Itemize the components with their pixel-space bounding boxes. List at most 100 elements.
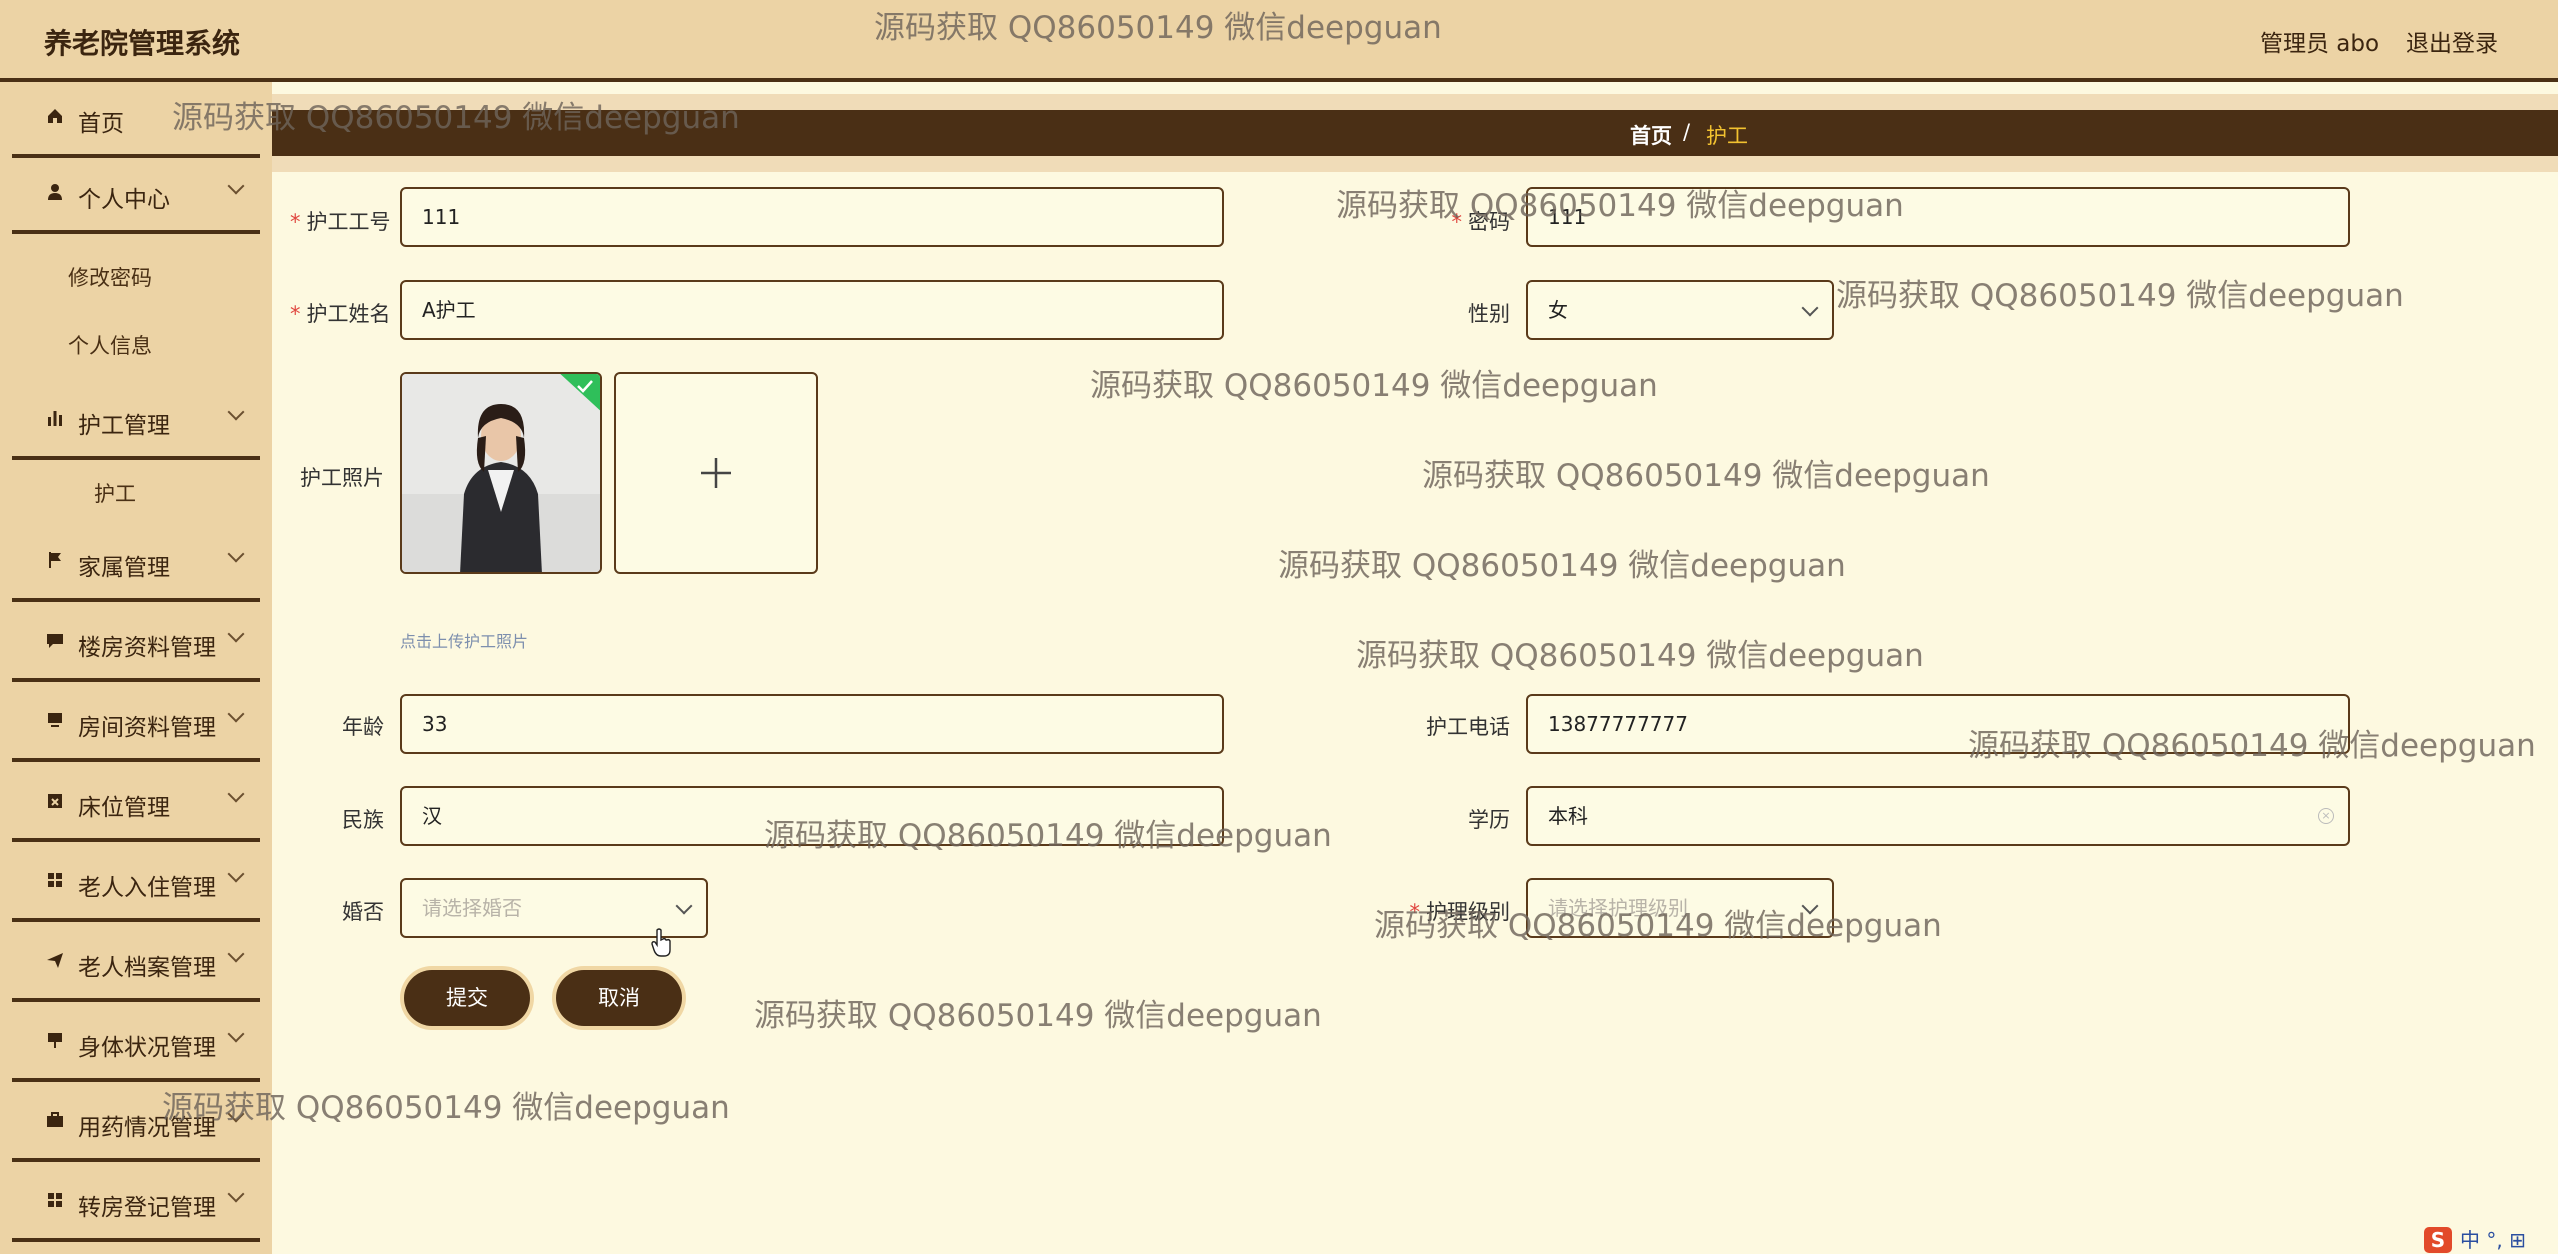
sidebar-item-room-transfer[interactable]: 转房登记管理 [12,1166,260,1242]
plus-icon [701,458,731,488]
nurse-photo-thumbnail[interactable] [400,372,602,574]
watermark-text: 源码获取 QQ86050149 微信deepguan [1090,368,1658,404]
photo-upload-hint: 点击上传护工照片 [400,632,529,651]
logout-link[interactable]: 退出登录 [2406,24,2498,58]
chevron-down-icon [1801,299,1819,317]
chevron-down-icon [1801,897,1819,915]
sogou-logo-icon: S [2424,1227,2452,1253]
user-icon [44,182,66,204]
phone-label: 护工电话 [1426,715,1510,739]
flag-icon [44,550,66,572]
chevron-down-icon [227,1185,245,1203]
breadcrumb-current: 护工 [1706,124,1748,148]
top-bar: 养老院管理系统 管理员 abo 退出登录 [0,0,2558,82]
sidebar-item-label: 首页 [78,111,124,137]
app-title: 养老院管理系统 [44,27,241,60]
marital-label: 婚否 [342,900,384,924]
bar-chart-icon [44,408,66,430]
care-level-select[interactable]: 请选择护理级别 [1526,878,1834,938]
sidebar-subitem-nurse[interactable]: 护工 [94,478,136,508]
chevron-down-icon [227,1105,245,1123]
sidebar-item-label: 用药情况管理 [78,1115,216,1141]
sidebar-item-label: 家属管理 [78,555,170,581]
care-level-select-placeholder: 请选择护理级别 [1548,896,1688,920]
sidebar-item-health-status[interactable]: 身体状况管理 [12,1006,260,1082]
nurse-name-label: * 护工姓名 [290,302,391,326]
nurse-photo-image [402,374,600,572]
nurse-id-label: * 护工工号 [290,210,391,234]
sidebar-item-label: 房间资料管理 [78,715,216,741]
marital-select-placeholder: 请选择婚否 [422,896,522,920]
chat-icon [44,630,66,652]
chevron-down-icon [227,403,245,421]
mouse-cursor [650,928,672,962]
sidebar-item-label: 床位管理 [78,795,170,821]
sidebar-subitem-personal-info[interactable]: 个人信息 [68,330,152,360]
ime-status-text: 中 °, ⊞ [2460,1228,2526,1252]
chevron-down-icon [227,705,245,723]
briefcase-icon [44,1110,66,1132]
watermark-text: 源码获取 QQ86050149 微信deepguan [754,998,1322,1034]
sidebar-item-elder-records[interactable]: 老人档案管理 [12,926,260,1002]
education-select[interactable]: 本科 × [1526,786,2350,846]
cancel-button[interactable]: 取消 [556,970,682,1026]
chalkboard-icon [44,1030,66,1052]
education-select-value: 本科 [1548,804,1588,828]
sidebar-item-label: 老人档案管理 [78,955,216,981]
sidebar-item-label: 护工管理 [78,413,170,439]
sidebar-item-home[interactable]: 首页 [12,82,260,158]
sidebar-item-family-management[interactable]: 家属管理 [12,526,260,602]
sidebar-item-room-management[interactable]: 房间资料管理 [12,686,260,762]
password-input[interactable]: 111 [1526,187,2350,247]
hand-pointer-icon [651,928,671,957]
breadcrumb: 首页 / 护工 [272,110,2558,156]
chevron-down-icon [227,865,245,883]
sidebar-item-building-management[interactable]: 楼房资料管理 [12,606,260,682]
breadcrumb-home[interactable]: 首页 [1630,120,1672,150]
age-input[interactable]: 33 [400,694,1224,754]
sidebar-item-medication[interactable]: 用药情况管理 [12,1086,260,1162]
password-label: * 密码 [1451,210,1511,234]
ethnicity-label: 民族 [342,808,384,832]
sidebar-item-label: 楼房资料管理 [78,635,216,661]
sidebar-item-label: 个人中心 [78,187,170,213]
photo-upload-button[interactable] [614,372,818,574]
sidebar-item-personal-center[interactable]: 个人中心 [12,158,260,234]
sidebar-item-checkin-management[interactable]: 老人入住管理 [12,846,260,922]
chevron-down-icon [227,625,245,643]
send-icon [44,950,66,972]
sidebar-item-bed-management[interactable]: 床位管理 [12,766,260,842]
education-label: 学历 [1468,808,1510,832]
ethnicity-input[interactable]: 汉 [400,786,1224,846]
sidebar-item-nurse-management[interactable]: 护工管理 [12,384,260,460]
care-level-label: * 护理级别 [1409,900,1511,924]
chevron-down-icon [227,177,245,195]
chevron-down-icon [675,897,693,915]
chevron-down-icon [227,785,245,803]
home-icon [44,106,66,128]
calendar-x-icon [44,790,66,812]
submit-button[interactable]: 提交 [404,970,530,1026]
nurse-name-input[interactable]: A护工 [400,280,1224,340]
nurse-photo-label: 护工照片 [300,466,384,490]
clear-icon[interactable]: × [2318,808,2334,824]
watermark-text: 源码获取 QQ86050149 微信deepguan [1278,548,1846,584]
watermark-text: 源码获取 QQ86050149 微信deepguan [1836,278,2404,314]
phone-input[interactable]: 13877777777 [1526,694,2350,754]
sidebar-subitem-change-password[interactable]: 修改密码 [68,262,152,292]
sidebar-item-label: 身体状况管理 [78,1035,216,1061]
chevron-down-icon [227,1025,245,1043]
chevron-down-icon [227,545,245,563]
watermark-text: 源码获取 QQ86050149 微信deepguan [1356,638,1924,674]
watermark-text: 源码获取 QQ86050149 微信deepguan [1422,458,1990,494]
sidebar-item-label: 转房登记管理 [78,1195,216,1221]
nurse-id-input[interactable]: 111 [400,187,1224,247]
gender-select-value: 女 [1548,298,1568,322]
grid-icon [44,870,66,892]
grid-icon [44,1190,66,1212]
gender-select[interactable]: 女 [1526,280,1834,340]
gender-label: 性别 [1468,302,1510,326]
chevron-down-icon [227,945,245,963]
sidebar-item-label: 老人入住管理 [78,875,216,901]
ime-status-indicator[interactable]: S 中 °, ⊞ [2424,1224,2526,1254]
